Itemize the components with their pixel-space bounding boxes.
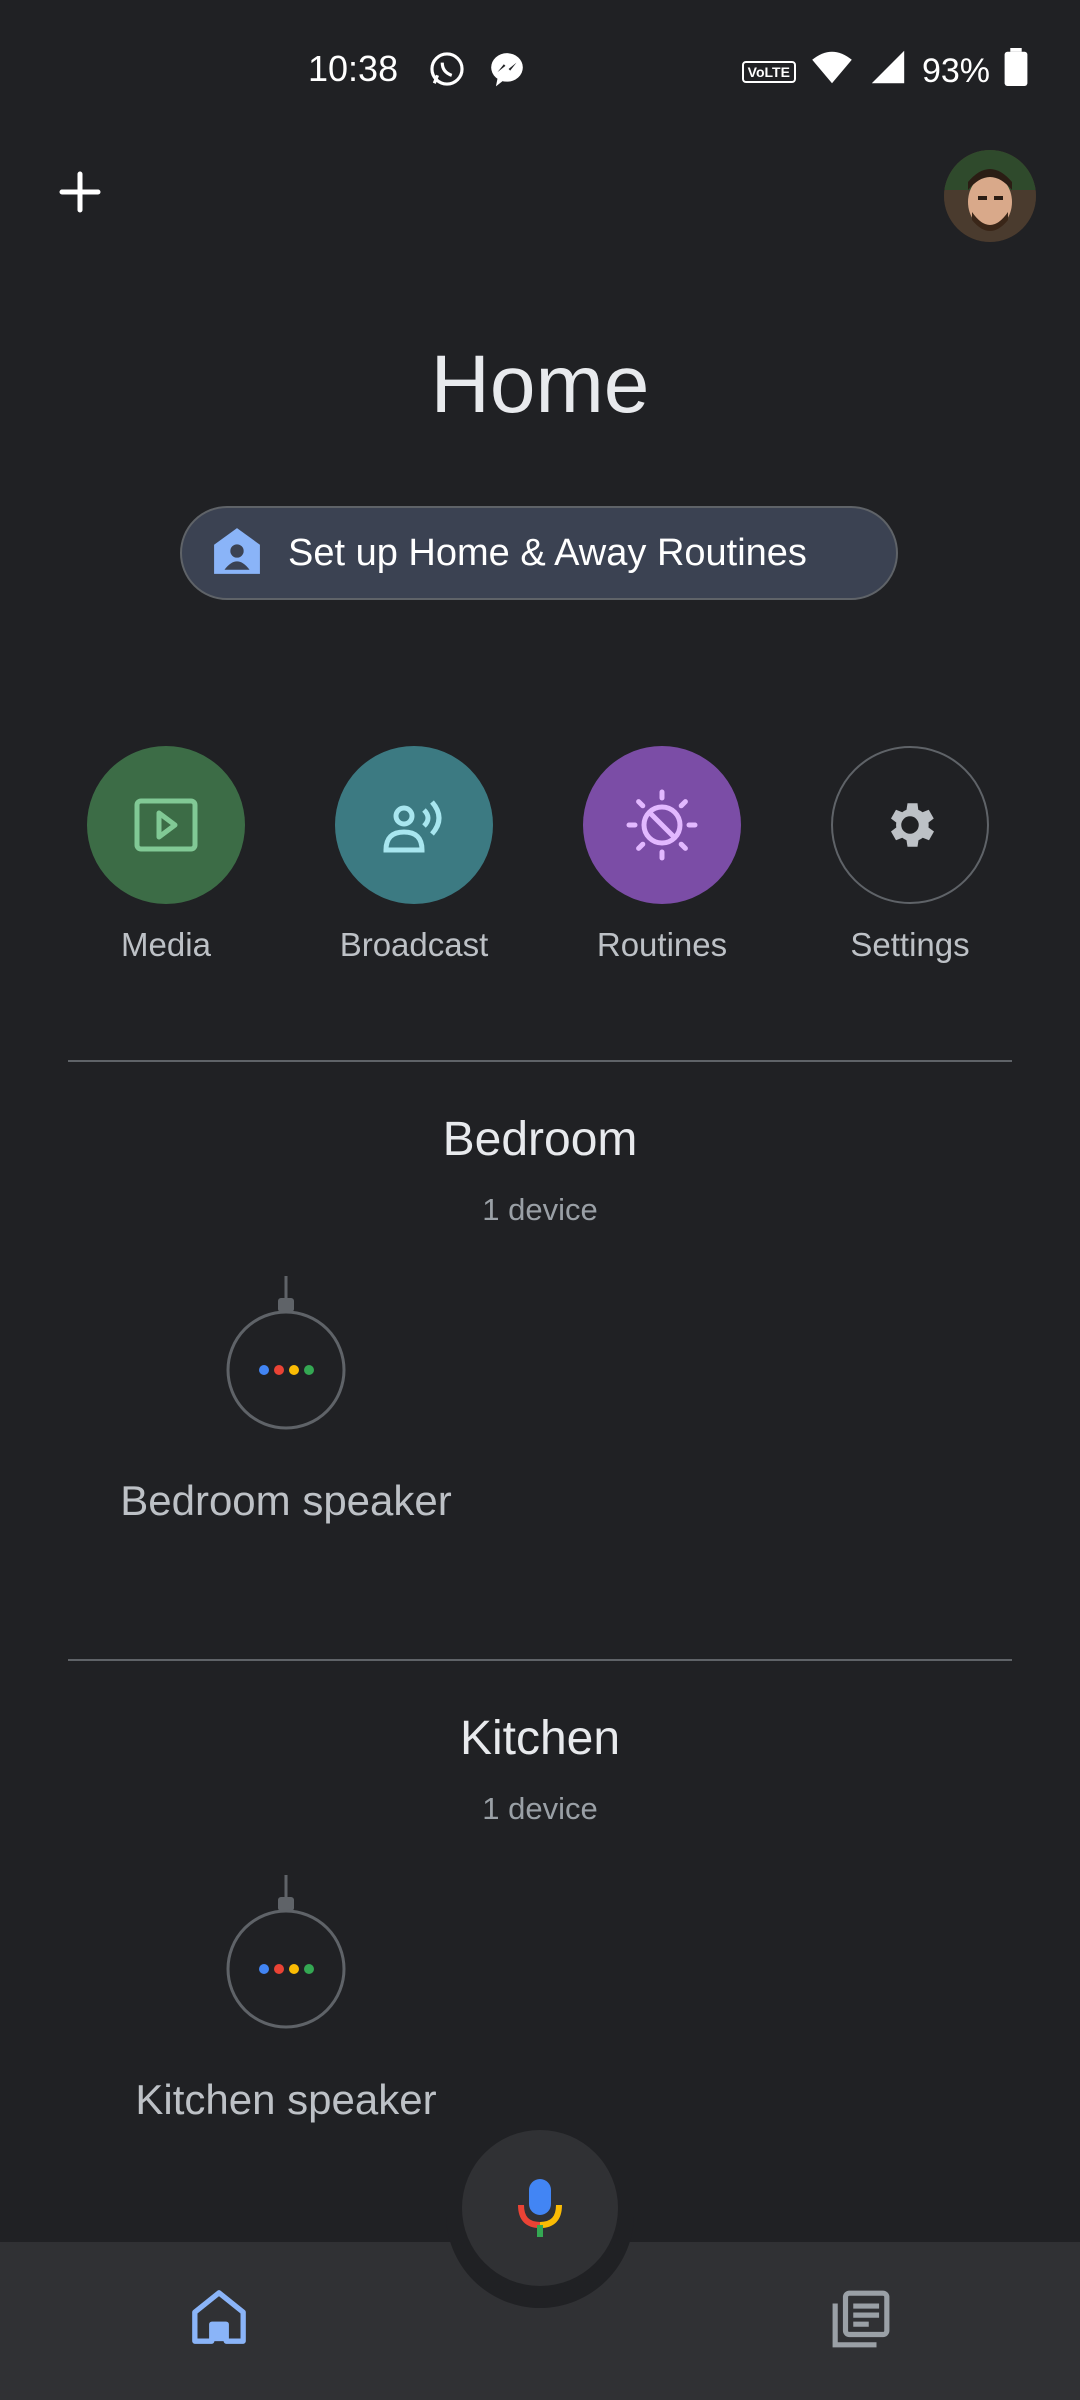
setup-routines-chip[interactable]: Set up Home & Away Routines — [180, 506, 898, 600]
broadcast-label: Broadcast — [339, 926, 489, 963]
plus-icon — [59, 171, 101, 213]
account-avatar[interactable] — [944, 150, 1036, 242]
room-count-kitchen: 1 device — [482, 1791, 598, 1826]
home-icon — [192, 2290, 246, 2344]
signal-icon — [868, 49, 908, 94]
wifi-icon — [810, 49, 854, 94]
device-kitchen-speaker[interactable]: Kitchen speaker — [66, 1873, 506, 2124]
room-count-bedroom: 1 device — [482, 1192, 598, 1227]
nav-feed[interactable] — [830, 2288, 892, 2355]
play-icon — [134, 798, 198, 852]
broadcast-action[interactable]: Broadcast — [314, 746, 514, 964]
nav-home[interactable] — [190, 2288, 248, 2351]
gear-icon — [891, 803, 934, 847]
broadcast-icon — [383, 800, 442, 853]
room-title-bedroom: Bedroom — [442, 1113, 638, 1166]
battery-text: 93% — [921, 52, 990, 90]
routines-circle — [583, 746, 741, 904]
settings-label: Settings — [850, 926, 970, 963]
routines-chip-label: Set up Home & Away Routines — [288, 531, 807, 574]
status-time: 10:38 — [308, 48, 399, 89]
battery-icon — [1004, 48, 1028, 95]
mic-icon — [518, 2179, 562, 2237]
settings-action[interactable]: Settings — [810, 746, 1010, 964]
media-action[interactable]: Media — [66, 746, 266, 964]
media-circle — [87, 746, 245, 904]
room-title-kitchen: Kitchen — [459, 1712, 621, 1765]
divider — [68, 1060, 1012, 1062]
page-title: Home — [430, 339, 650, 430]
broadcast-circle — [335, 746, 493, 904]
speaker-icon — [226, 1276, 346, 1430]
device-label: Bedroom speaker — [120, 1477, 452, 1524]
home-away-icon — [212, 526, 262, 581]
status-indicators: VoLTE 93% — [741, 48, 1028, 95]
device-bedroom-speaker[interactable]: Bedroom speaker — [66, 1274, 506, 1525]
whatsapp-icon — [428, 50, 466, 88]
messenger-icon — [488, 50, 526, 88]
add-button[interactable] — [56, 168, 104, 216]
routines-label: Routines — [596, 926, 728, 963]
settings-circle — [831, 746, 989, 904]
speaker-icon — [226, 1875, 346, 2029]
routines-icon — [626, 789, 698, 861]
media-label: Media — [121, 926, 211, 963]
feed-icon — [832, 2290, 890, 2348]
routines-action[interactable]: Routines — [562, 746, 762, 964]
divider — [68, 1659, 1012, 1661]
device-label: Kitchen speaker — [135, 2076, 437, 2123]
assistant-mic-button[interactable] — [462, 2130, 618, 2286]
volte-icon: VoLTE — [741, 60, 796, 83]
